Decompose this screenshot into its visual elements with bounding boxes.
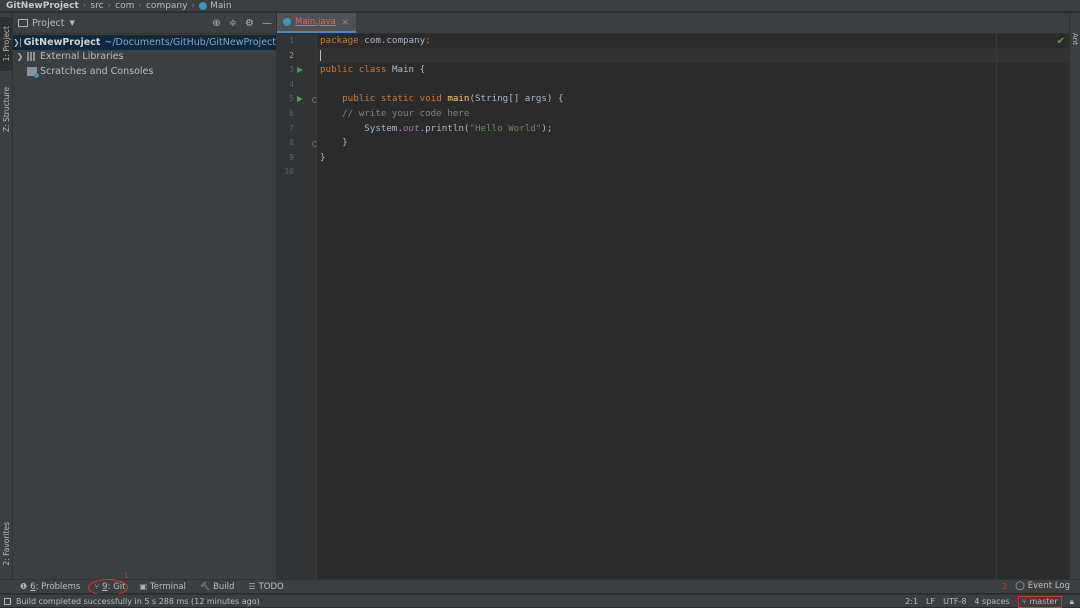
tool-window-build[interactable]: 🔨︎ Build — [200, 582, 235, 592]
code-line-9: } — [320, 151, 326, 163]
build-icon: 🔨︎ — [199, 582, 211, 591]
tab-favorites-label: 2: Favorites — [1, 522, 11, 566]
editor-tab-bar: Main.java ✕ — [277, 13, 1069, 34]
editor-gutter[interactable]: 1 2 3 4 5 6 7 8 9 10 — [277, 34, 318, 579]
tree-item-label: External Libraries — [40, 51, 124, 63]
minimize-icon[interactable]: — — [262, 18, 272, 29]
tree-item-scratches[interactable]: Scratches and Consoles — [13, 64, 276, 79]
navigation-bar: GitNewProject › src › com › company › Ma… — [0, 0, 1080, 12]
chevron-right-icon[interactable]: ❯ — [13, 52, 27, 61]
breadcrumb-main[interactable]: Main — [210, 1, 232, 11]
editor-tab-main-java[interactable]: Main.java ✕ — [277, 13, 356, 33]
line-number: 7 — [289, 123, 294, 133]
breadcrumb-separator-icon: › — [191, 0, 196, 11]
class-icon — [283, 18, 291, 26]
breadcrumb-separator-icon: › — [82, 0, 87, 11]
tree-item-label: GitNewProject — [23, 36, 101, 48]
branch-icon: ⑂ — [1021, 597, 1027, 606]
terminal-icon: ▣ — [139, 582, 147, 591]
line-number: 3 — [289, 65, 294, 75]
tree-item-external-libraries[interactable]: ❯ External Libraries — [13, 50, 276, 65]
project-view-selector[interactable]: Project — [32, 18, 65, 29]
tab-ant[interactable]: Ant — [1071, 33, 1079, 45]
class-icon — [199, 1, 208, 10]
line-number: 4 — [289, 79, 294, 89]
close-icon[interactable]: ✕ — [342, 18, 349, 27]
project-panel-header: Project ▼ ⊕ ≑ ⚙ — — [13, 13, 276, 34]
breadcrumb-separator-icon: › — [138, 0, 142, 11]
breadcrumb-com[interactable]: com — [115, 1, 134, 11]
module-folder-icon — [19, 37, 21, 47]
breadcrumb-src[interactable]: src — [90, 1, 103, 11]
status-message[interactable]: Build completed successfully in 5 s 288 … — [16, 597, 260, 606]
todo-icon: ☰ — [248, 582, 256, 591]
tab-structure-label: Z: Structure — [1, 86, 11, 132]
right-margin-guide — [996, 34, 997, 579]
event-log-button[interactable]: ◯ Event Log — [1015, 579, 1070, 593]
locate-icon[interactable]: ⊕ — [212, 18, 220, 29]
collapse-all-icon[interactable]: ≑ — [229, 18, 237, 29]
check-icon[interactable]: ✔ — [1057, 36, 1065, 47]
code-line-3: public class Main { — [320, 64, 426, 76]
line-number: 8 — [289, 138, 294, 148]
tab-project-label: 1: Project — [1, 26, 11, 62]
tab-favorites[interactable]: 2: Favorites — [0, 513, 12, 575]
tool-window-todo[interactable]: ☰ TODO — [248, 582, 283, 592]
tool-windows-toggle-icon[interactable] — [4, 597, 11, 605]
right-tool-stripe: Ant — [1069, 13, 1080, 579]
line-number: 5 — [289, 94, 294, 104]
line-number: 2 — [289, 50, 294, 60]
libraries-icon — [27, 52, 37, 62]
tree-item-label: Scratches and Consoles — [40, 65, 154, 77]
code-line-1: package com.company; — [320, 35, 431, 46]
tool-window-bar: ❶6: Problems ⑂ 9: Git ▣ Terminal 🔨︎ Build ☰… — [0, 579, 1080, 593]
branch-name: master — [1029, 597, 1058, 606]
code-editor[interactable]: ✔ package com.company; public class Main… — [317, 34, 1069, 579]
code-line-5: public static void main(String[] args) { — [342, 93, 564, 105]
problems-icon: ❶ — [20, 582, 28, 591]
run-method-icon[interactable] — [297, 96, 303, 103]
text-caret — [320, 50, 321, 61]
gear-icon[interactable]: ⚙ — [245, 18, 254, 29]
annotation-number: 1 — [124, 572, 129, 580]
tool-window-problems[interactable]: ❶6: Problems — [20, 582, 80, 592]
breadcrumb-separator-icon: › — [107, 0, 112, 11]
scratches-icon — [27, 66, 39, 78]
project-view-icon — [18, 19, 28, 27]
project-panel: Project ▼ ⊕ ≑ ⚙ — ❯ GitNewProject ~/Docu… — [13, 13, 277, 579]
file-encoding[interactable]: UTF-8 — [943, 597, 966, 606]
caret-position[interactable]: 2:1 — [905, 597, 918, 606]
tree-item-path: ~/Documents/GitHub/GitNewProject — [104, 36, 276, 48]
tab-structure[interactable]: Z: Structure — [0, 79, 12, 139]
git-branch-widget[interactable]: ⑂ master — [1017, 595, 1062, 608]
line-number: 1 — [289, 36, 294, 45]
code-line-8: } — [320, 137, 348, 149]
search-icon: ◯ — [1015, 581, 1025, 591]
breadcrumb-project[interactable]: GitNewProject — [6, 1, 79, 11]
tab-project[interactable]: 1: Project — [0, 17, 12, 71]
line-number: 9 — [289, 152, 294, 162]
annotation-number: 2 — [1002, 582, 1008, 591]
event-log-label: Event Log — [1027, 581, 1070, 591]
line-separator[interactable]: LF — [926, 597, 935, 606]
indent-setting[interactable]: 4 spaces — [974, 597, 1009, 606]
line-number: 6 — [289, 109, 294, 118]
run-class-icon[interactable] — [297, 67, 303, 73]
chevron-down-icon[interactable]: ▼ — [70, 19, 75, 27]
line-number: 10 — [284, 167, 294, 177]
chevron-right-icon[interactable]: ❯ — [13, 38, 20, 47]
tree-item-project-root[interactable]: ❯ GitNewProject ~/Documents/GitHub/GitNe… — [13, 35, 276, 50]
current-line-highlight — [317, 48, 1069, 63]
code-line-6: // write your code here — [342, 108, 470, 119]
lock-icon[interactable]: 🔒︎ — [1070, 597, 1074, 607]
left-tool-stripe: 1: Project Z: Structure 2: Favorites — [0, 13, 13, 579]
breadcrumb-company[interactable]: company — [146, 1, 187, 11]
tool-window-terminal[interactable]: ▣ Terminal — [139, 582, 185, 592]
status-bar: Build completed successfully in 5 s 288 … — [0, 594, 1080, 608]
code-line-7: System.out.println("Hello World"); — [364, 122, 553, 134]
editor-tab-label: Main.java — [295, 17, 336, 27]
